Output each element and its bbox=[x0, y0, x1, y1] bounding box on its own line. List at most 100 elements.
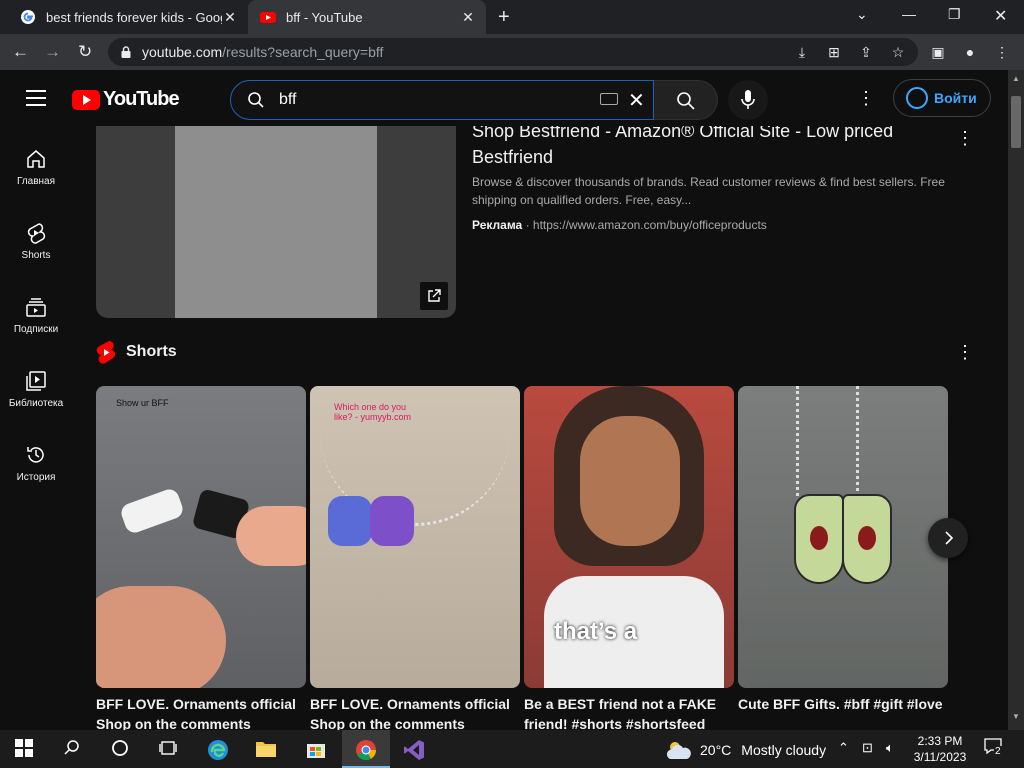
external-link-icon bbox=[428, 289, 441, 302]
lock-icon[interactable] bbox=[120, 46, 132, 58]
scroll-down-icon[interactable]: ▼ bbox=[1012, 712, 1020, 721]
ad-description: Browse & discover thousands of brands. R… bbox=[472, 175, 945, 207]
keyboard-icon[interactable] bbox=[600, 93, 618, 105]
cortana-button[interactable] bbox=[96, 730, 144, 768]
url-domain: youtube.com bbox=[142, 44, 223, 60]
taskbar-clock[interactable]: 2:33 PM 3/11/2023 bbox=[904, 733, 976, 765]
menu-hamburger-icon[interactable] bbox=[26, 90, 46, 106]
short-thumbnail[interactable] bbox=[738, 386, 948, 688]
close-tab-icon[interactable]: ✕ bbox=[460, 9, 476, 26]
home-icon bbox=[27, 150, 45, 168]
browser-tab-active[interactable]: bff - YouTube ✕ bbox=[248, 0, 486, 34]
task-view-button[interactable] bbox=[144, 730, 192, 768]
short-thumbnail[interactable]: Show ur BFF bbox=[96, 386, 306, 688]
side-panel-icon[interactable]: ▣ bbox=[930, 44, 946, 60]
minimize-button[interactable]: — bbox=[902, 6, 916, 22]
short-thumbnail[interactable]: that’s a bbox=[524, 386, 734, 688]
shorts-more-actions-icon[interactable]: ⋮ bbox=[956, 342, 974, 363]
sign-in-button[interactable]: Войти bbox=[893, 79, 991, 117]
clear-search-icon[interactable]: ✕ bbox=[628, 88, 645, 113]
ad-title[interactable]: Shop Bestfriend - Amazon® Official Site … bbox=[472, 126, 912, 170]
sign-in-label: Войти bbox=[934, 90, 977, 106]
close-tab-icon[interactable]: ✕ bbox=[222, 9, 238, 26]
youtube-favicon-icon bbox=[260, 12, 276, 23]
short-title[interactable]: BFF LOVE. Ornaments official Shop on the… bbox=[310, 694, 520, 730]
notifications-button[interactable]: 2 bbox=[984, 738, 1006, 758]
sidebar-item-home[interactable]: Главная bbox=[0, 126, 72, 200]
short-card[interactable]: that’s a Be a BEST friend not a FAKE fri… bbox=[524, 386, 734, 730]
restore-button[interactable]: ❐ bbox=[948, 6, 961, 23]
chrome-taskbar-app[interactable] bbox=[342, 730, 390, 768]
search-icon bbox=[677, 92, 695, 110]
scrollbar-thumb[interactable] bbox=[1011, 96, 1021, 148]
ad-url[interactable]: https://www.amazon.com/buy/officeproduct… bbox=[533, 218, 767, 232]
settings-more-icon[interactable]: ⋮ bbox=[856, 88, 876, 108]
shorts-logo-icon bbox=[96, 340, 116, 364]
ad-meta: Реклама · https://www.amazon.com/buy/off… bbox=[472, 218, 767, 232]
weather-widget[interactable]: 20°C Mostly cloudy bbox=[664, 739, 826, 761]
bookmark-star-icon[interactable]: ☆ bbox=[890, 44, 906, 60]
profile-icon[interactable]: ● bbox=[962, 44, 978, 60]
ad-more-actions-icon[interactable]: ⋮ bbox=[956, 128, 974, 149]
translate-icon[interactable]: ⊞ bbox=[826, 44, 842, 60]
shorts-next-button[interactable] bbox=[928, 518, 968, 558]
search-taskbar-button[interactable] bbox=[48, 730, 96, 768]
reload-button[interactable]: ↻ bbox=[78, 42, 92, 62]
short-card[interactable]: Cute BFF Gifts. #bff #gift #love bbox=[738, 386, 948, 714]
tab-search-chevron-icon[interactable]: ⌄ bbox=[856, 6, 868, 23]
sidebar-item-shorts[interactable]: Shorts bbox=[0, 200, 72, 274]
subscriptions-icon bbox=[26, 298, 46, 317]
volume-icon[interactable]: 🔈︎ bbox=[886, 740, 894, 756]
history-icon bbox=[27, 447, 44, 463]
chrome-menu-icon[interactable]: ⋮ bbox=[994, 44, 1010, 60]
youtube-logo[interactable]: YouTube bbox=[72, 88, 180, 111]
network-icon[interactable]: ⊡ bbox=[862, 740, 873, 756]
browser-tab-bar: best friends forever kids - Google ✕ bff… bbox=[0, 0, 1024, 34]
short-title[interactable]: Be a BEST friend not a FAKE friend! #sho… bbox=[524, 694, 734, 730]
google-icon bbox=[21, 10, 35, 24]
short-thumbnail[interactable]: Which one do you like? - yumyyb.com bbox=[310, 386, 520, 688]
show-hidden-icons-icon[interactable]: ⌃ bbox=[838, 740, 849, 756]
microphone-icon bbox=[741, 90, 755, 109]
chevron-right-icon bbox=[945, 531, 954, 545]
scroll-up-icon[interactable]: ▲ bbox=[1012, 74, 1020, 83]
task-view-icon bbox=[159, 741, 177, 755]
search-value[interactable]: bff bbox=[279, 91, 653, 109]
back-button[interactable]: ← bbox=[12, 42, 29, 62]
short-card[interactable]: Show ur BFF BFF LOVE. Ornaments official… bbox=[96, 386, 306, 730]
external-link-button[interactable] bbox=[420, 282, 448, 310]
edge-taskbar-app[interactable] bbox=[194, 730, 242, 768]
sidebar-item-label: История bbox=[16, 472, 56, 483]
close-window-button[interactable]: ✕ bbox=[994, 6, 1007, 26]
page-scrollbar[interactable]: ▲ ▼ bbox=[1008, 70, 1024, 730]
voice-search-button[interactable] bbox=[728, 80, 768, 120]
new-tab-button[interactable]: + bbox=[498, 6, 510, 29]
browser-tab[interactable]: best friends forever kids - Google ✕ bbox=[8, 0, 248, 34]
ad-thumbnail[interactable] bbox=[96, 126, 456, 318]
search-input[interactable]: bff bbox=[230, 80, 654, 120]
short-overlay-text: Show ur BFF bbox=[116, 398, 169, 408]
windows-logo-icon bbox=[15, 739, 33, 757]
store-taskbar-app[interactable] bbox=[292, 730, 340, 768]
start-button[interactable] bbox=[0, 730, 48, 768]
youtube-header: YouTube bff ✕ ⋮ Войти bbox=[0, 70, 1008, 126]
forward-button[interactable]: → bbox=[44, 42, 61, 62]
browser-toolbar: ← → ↻ youtube.com/results?search_query=b… bbox=[0, 34, 1024, 70]
sidebar-item-history[interactable]: История bbox=[0, 422, 72, 496]
shorts-shelf-header: Shorts bbox=[96, 340, 177, 364]
share-icon[interactable]: ⇪ bbox=[858, 44, 874, 60]
visual-studio-taskbar-app[interactable] bbox=[390, 730, 438, 768]
short-title[interactable]: BFF LOVE. Ornaments official Shop on the… bbox=[96, 694, 306, 730]
cloudy-weather-icon bbox=[666, 742, 691, 759]
short-card[interactable]: Which one do you like? - yumyyb.com BFF … bbox=[310, 386, 520, 730]
install-app-icon[interactable]: ⤓ bbox=[794, 44, 810, 60]
file-explorer-taskbar-app[interactable] bbox=[242, 730, 290, 768]
ad-badge: Реклама bbox=[472, 218, 523, 232]
sidebar-item-library[interactable]: Библиотека bbox=[0, 348, 72, 422]
mini-guide-sidebar: Главная Shorts Подписки Библиотека Истор… bbox=[0, 126, 72, 730]
short-title[interactable]: Cute BFF Gifts. #bff #gift #love bbox=[738, 694, 948, 714]
sidebar-item-subscriptions[interactable]: Подписки bbox=[0, 274, 72, 348]
tab-title: best friends forever kids - Google bbox=[46, 9, 222, 25]
search-button[interactable] bbox=[654, 80, 718, 120]
store-icon bbox=[307, 744, 325, 758]
